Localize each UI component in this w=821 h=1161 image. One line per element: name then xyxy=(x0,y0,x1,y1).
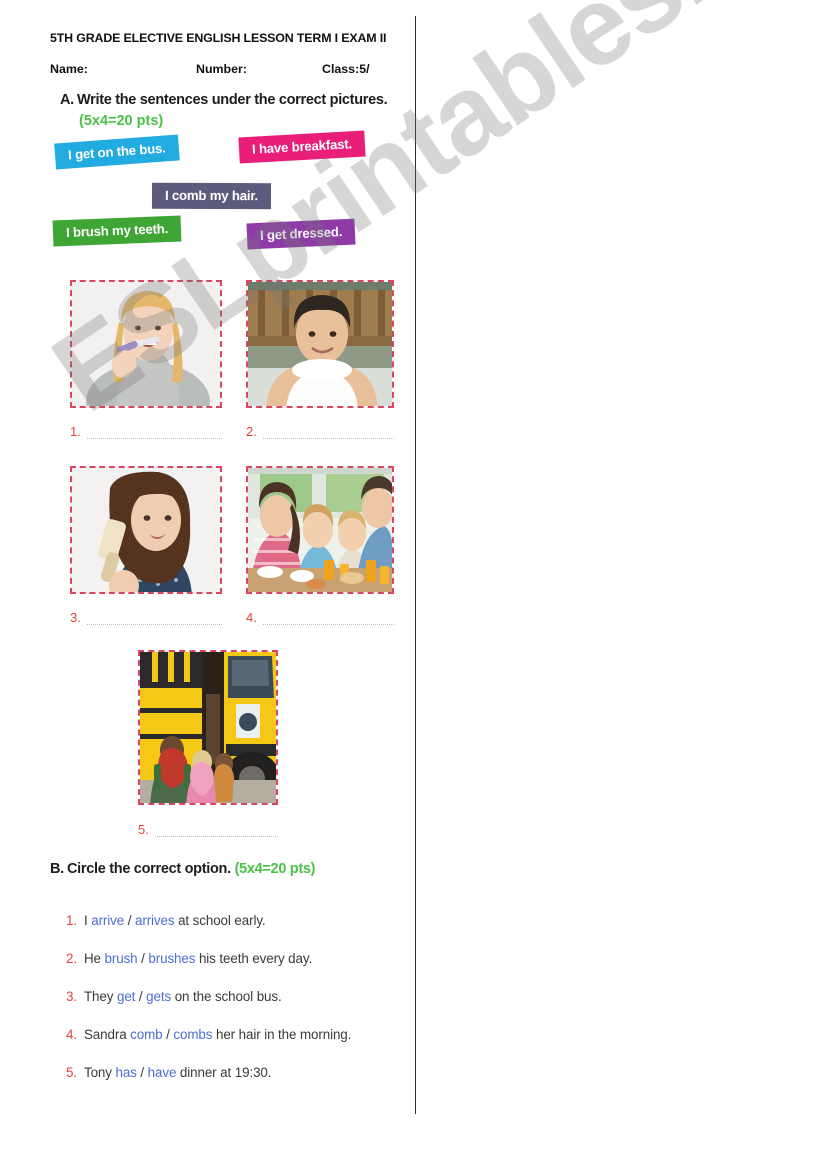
answer-line-4[interactable]: 4. xyxy=(246,610,394,625)
item-number: 3. xyxy=(70,610,81,625)
section-a-instruction: Write the sentences under the correct pi… xyxy=(77,92,388,108)
item-pre: He xyxy=(83,951,105,966)
sentence-strip-breakfast[interactable]: I have breakfast. xyxy=(238,130,366,164)
option-1[interactable]: has xyxy=(115,1065,136,1080)
item-number: 5. xyxy=(138,822,149,837)
worksheet-page: ESLprintables.com 5TH GRADE ELECTIVE ENG… xyxy=(0,0,821,1161)
dotted-line[interactable] xyxy=(262,614,394,625)
class-label: Class:5/ xyxy=(322,62,370,76)
photo-illustration xyxy=(72,468,220,592)
item-post: his teeth every day. xyxy=(195,951,313,966)
section-b-letter: B. xyxy=(50,861,64,877)
item-number: 4. xyxy=(66,1027,77,1042)
section-b-item-4[interactable]: 4. Sandra comb / combs her hair in the mo… xyxy=(66,1027,351,1042)
picture-boy-getting-dressed xyxy=(246,280,394,408)
dotted-line[interactable] xyxy=(86,428,222,439)
section-b-points: (5x4=20 pts) xyxy=(234,861,316,877)
answer-line-5[interactable]: 5. xyxy=(138,822,278,837)
option-2[interactable]: arrives xyxy=(135,913,175,928)
item-number: 2. xyxy=(66,951,77,966)
item-number: 4. xyxy=(246,610,257,625)
item-number: 3. xyxy=(66,989,77,1004)
sentence-strip-comb-hair[interactable]: I comb my hair. xyxy=(151,182,272,210)
section-a-heading: A. Write the sentences under the correct … xyxy=(60,92,388,108)
option-1[interactable]: comb xyxy=(130,1027,162,1042)
dotted-line[interactable] xyxy=(154,826,278,837)
option-2[interactable]: have xyxy=(148,1065,177,1080)
number-label: Number: xyxy=(196,62,247,76)
section-a-letter: A. xyxy=(60,92,74,108)
student-info-row: Name: Number: Class:5/ xyxy=(50,62,400,78)
photo-illustration xyxy=(140,652,276,803)
picture-girl-brushing-teeth xyxy=(70,280,222,408)
option-1[interactable]: brush xyxy=(105,951,138,966)
item-number: 5. xyxy=(66,1065,77,1080)
picture-family-breakfast xyxy=(246,466,394,594)
photo-illustration xyxy=(248,282,392,406)
option-2[interactable]: brushes xyxy=(148,951,195,966)
item-pre: Sandra xyxy=(83,1027,131,1042)
item-number: 1. xyxy=(66,913,77,928)
right-column: C.Write the numbers. (5x4=20 pts) 1. 25 … xyxy=(416,0,821,1161)
item-pre: Tony xyxy=(83,1065,116,1080)
section-b-item-3[interactable]: 3. They get / gets on the school bus. xyxy=(66,989,282,1004)
option-2[interactable]: gets xyxy=(146,989,171,1004)
answer-line-2[interactable]: 2. xyxy=(246,424,394,439)
picture-school-bus xyxy=(138,650,278,805)
option-1[interactable]: get xyxy=(117,989,135,1004)
answer-line-3[interactable]: 3. xyxy=(70,610,222,625)
page-title: 5TH GRADE ELECTIVE ENGLISH LESSON TERM I… xyxy=(50,31,387,45)
section-b-item-1[interactable]: 1. I arrive / arrives at school early. xyxy=(66,913,266,928)
item-pre: They xyxy=(83,989,117,1004)
dotted-line[interactable] xyxy=(86,614,222,625)
sentence-strip-bus[interactable]: I get on the bus. xyxy=(54,134,180,170)
section-b-heading: B. Circle the correct option. (5x4=20 pts… xyxy=(50,861,315,877)
section-a-points: (5x4=20 pts) xyxy=(79,113,164,129)
dotted-line[interactable] xyxy=(262,428,394,439)
section-b-item-5[interactable]: 5. Tony has / have dinner at 19:30. xyxy=(66,1065,271,1080)
item-post: at school early. xyxy=(174,913,266,928)
answer-line-1[interactable]: 1. xyxy=(70,424,222,439)
photo-illustration xyxy=(248,468,392,592)
photo-illustration xyxy=(72,282,220,406)
sentence-strip-get-dressed[interactable]: I get dressed. xyxy=(246,218,356,250)
left-column: 5TH GRADE ELECTIVE ENGLISH LESSON TERM I… xyxy=(0,0,415,1161)
section-b-instruction: Circle the correct option. xyxy=(67,861,231,877)
option-1[interactable]: arrive xyxy=(91,913,124,928)
item-post: dinner at 19:30. xyxy=(176,1065,272,1080)
item-number: 2. xyxy=(246,424,257,439)
item-post: on the school bus. xyxy=(171,989,282,1004)
picture-girl-combing-hair xyxy=(70,466,222,594)
name-label: Name: xyxy=(50,62,88,76)
item-post: her hair in the morning. xyxy=(212,1027,352,1042)
sentence-strip-brush-teeth[interactable]: I brush my teeth. xyxy=(52,215,182,247)
section-b-item-2[interactable]: 2. He brush / brushes his teeth every day… xyxy=(66,951,312,966)
option-2[interactable]: combs xyxy=(173,1027,212,1042)
item-number: 1. xyxy=(70,424,81,439)
